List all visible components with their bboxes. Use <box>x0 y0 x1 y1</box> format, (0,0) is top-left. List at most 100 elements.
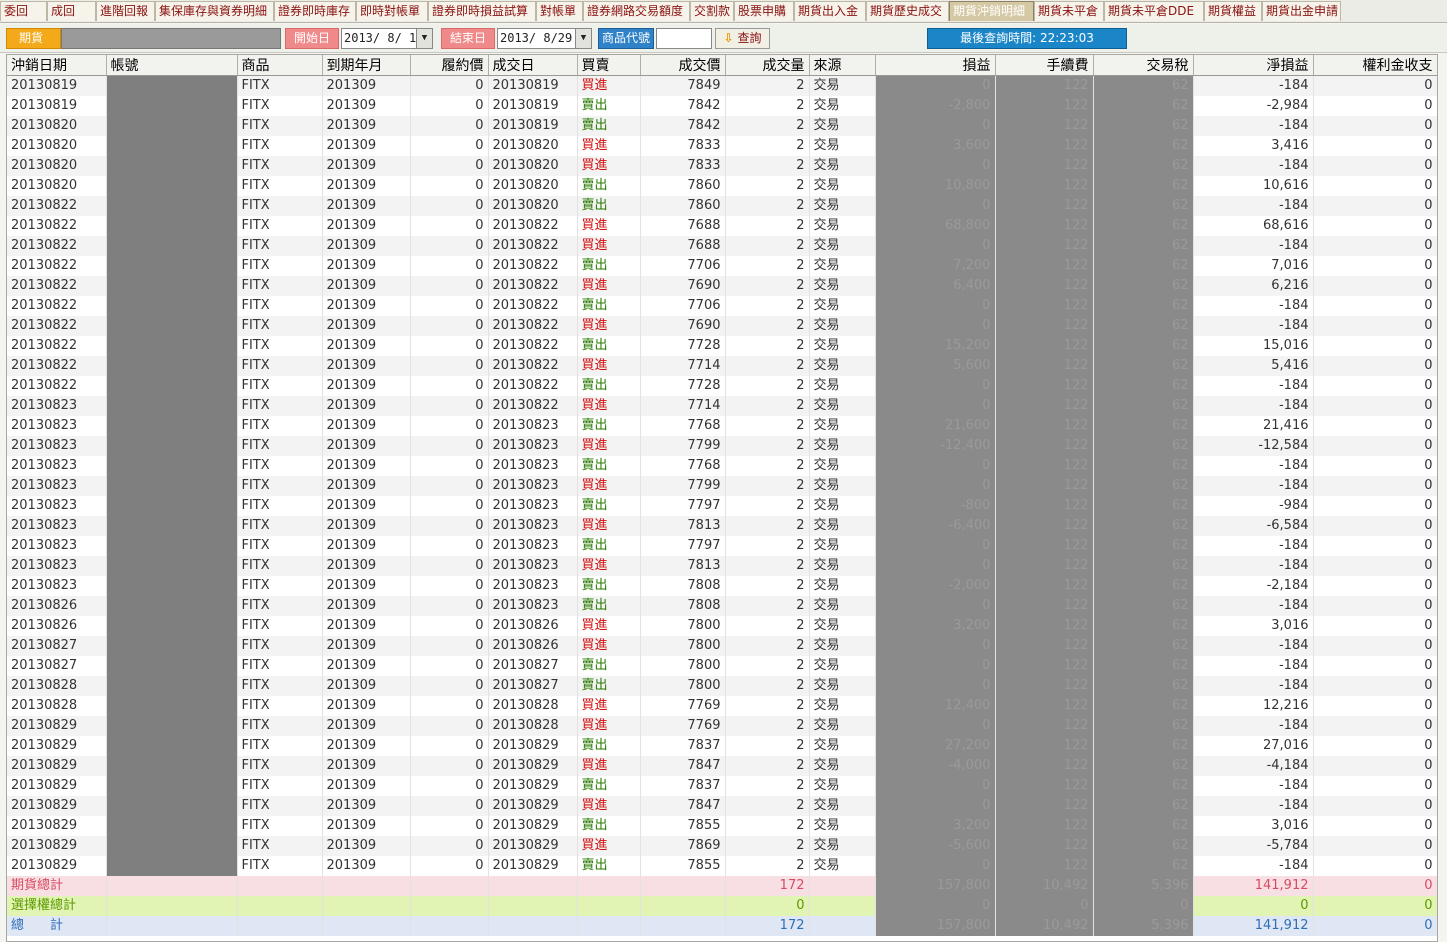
table-row[interactable]: 20130822 FITX 201309 0 20130822 賣出 7706 2 交易 7,20… <box>7 256 1437 276</box>
table-row[interactable]: 20130823 FITX 201309 0 20130823 賣出 7768 2 交易 21,6… <box>7 416 1437 436</box>
chevron-down-icon[interactable]: ▼ <box>575 29 591 48</box>
tab-9[interactable]: 交割款 <box>690 1 734 21</box>
column-header-pnl[interactable]: 損益 <box>875 55 996 76</box>
column-header-volume[interactable]: 成交量 <box>725 55 810 76</box>
table-row[interactable]: 20130826 FITX 201309 0 20130826 買進 7800 2 交易 3,20… <box>7 616 1437 636</box>
column-header-offset-date[interactable]: 沖銷日期 <box>7 55 107 76</box>
table-row[interactable]: 20130829 FITX 201309 0 20130829 賣出 7837 2 交易 27,2… <box>7 736 1437 756</box>
table-row[interactable]: 20130822 FITX 201309 0 20130822 買進 7714 2 交易 5,60… <box>7 356 1437 376</box>
tab-12[interactable]: 期貨歷史成交 <box>866 1 949 21</box>
start-date-picker[interactable]: 2013/ 8/ 1 ▼ <box>341 28 433 49</box>
table-row[interactable]: 20130822 FITX 201309 0 20130822 買進 7688 2 交易 0 122… <box>7 236 1437 256</box>
table-row[interactable]: 20130823 FITX 201309 0 20130823 買進 7813 2 交易 0 122… <box>7 556 1437 576</box>
column-header-expiry[interactable]: 到期年月 <box>322 55 411 76</box>
column-header-premium[interactable]: 權利金收支 <box>1313 55 1437 76</box>
end-date-picker[interactable]: 2013/ 8/29 ▼ <box>497 28 592 49</box>
cell-product: FITX <box>237 816 323 836</box>
table-row[interactable]: 20130820 FITX 201309 0 20130820 賣出 7860 2 交易 10,8… <box>7 176 1437 196</box>
cell-premium: 0 <box>1313 556 1437 576</box>
product-code-input[interactable] <box>656 28 712 49</box>
tab-2[interactable]: 進階回報 <box>96 1 155 21</box>
table-row[interactable]: 20130826 FITX 201309 0 20130823 賣出 7808 2 交易 0 122… <box>7 596 1437 616</box>
tab-10[interactable]: 股票申購 <box>734 1 794 21</box>
tab-3[interactable]: 集保庫存與資券明細 <box>155 1 274 21</box>
tab-7[interactable]: 對帳單 <box>536 1 583 21</box>
query-button[interactable]: ⇩ 查詢 <box>715 28 770 49</box>
tab-15[interactable]: 期貨未平倉DDE <box>1104 1 1204 21</box>
cell-strike: 0 <box>410 736 489 756</box>
table-row[interactable]: 20130820 FITX 201309 0 20130820 買進 7833 2 交易 0 122… <box>7 156 1437 176</box>
tab-4[interactable]: 證券即時庫存 <box>274 1 356 21</box>
cell-side: 賣出 <box>577 576 641 596</box>
table-row[interactable]: 20130822 FITX 201309 0 20130820 賣出 7860 2 交易 0 122… <box>7 196 1437 216</box>
offset-detail-grid[interactable]: 沖銷日期 帳號 商品 到期年月 履約價 成交日 買賣 成交價 成交量 來源 損益 手續費 交易稅 淨損益權… <box>6 54 1438 942</box>
table-row[interactable]: 20130820 FITX 201309 0 20130819 賣出 7842 2 交易 0 122… <box>7 116 1437 136</box>
tab-8[interactable]: 證券網路交易額度 <box>583 1 690 21</box>
column-header-account[interactable]: 帳號 <box>106 55 238 76</box>
table-row[interactable]: 20130822 FITX 201309 0 20130822 買進 7688 2 交易 68,8… <box>7 216 1437 236</box>
table-row[interactable]: 20130828 FITX 201309 0 20130827 賣出 7800 2 交易 0 122… <box>7 676 1437 696</box>
column-header-tax[interactable]: 交易稅 <box>1093 55 1194 76</box>
cell-fee: 122 <box>995 616 1094 636</box>
table-row[interactable]: 20130829 FITX 201309 0 20130829 買進 7847 2 交易 0 122… <box>7 796 1437 816</box>
table-row[interactable]: 20130827 FITX 201309 0 20130826 買進 7800 2 交易 0 122… <box>7 636 1437 656</box>
cell-pnl: 27,200 <box>875 736 996 756</box>
column-header-net-pnl[interactable]: 淨損益 <box>1193 55 1314 76</box>
tab-1[interactable]: 成回 <box>47 1 96 21</box>
table-row[interactable]: 20130829 FITX 201309 0 20130829 買進 7869 2 交易 -5,6… <box>7 836 1437 856</box>
table-row[interactable]: 20130823 FITX 201309 0 20130822 買進 7714 2 交易 0 122… <box>7 396 1437 416</box>
tab-11[interactable]: 期貨出入金 <box>794 1 866 21</box>
column-header-product[interactable]: 商品 <box>237 55 323 76</box>
cell-offset-date: 20130828 <box>7 676 107 696</box>
column-header-strike[interactable]: 履約價 <box>410 55 489 76</box>
summary-cell-net-pnl: 141,912 <box>1193 876 1314 896</box>
column-header-source[interactable]: 來源 <box>809 55 876 76</box>
tab-13[interactable]: 期貨沖銷明細 <box>949 1 1034 21</box>
chevron-down-icon[interactable]: ▼ <box>416 29 432 48</box>
table-row[interactable]: 20130822 FITX 201309 0 20130822 賣出 7728 2 交易 0 122… <box>7 376 1437 396</box>
column-header-trade-date[interactable]: 成交日 <box>488 55 578 76</box>
column-header-side[interactable]: 買賣 <box>577 55 641 76</box>
table-row[interactable]: 20130819 FITX 201309 0 20130819 買進 7849 2 交易 0 122… <box>7 75 1437 96</box>
table-row[interactable]: 20130829 FITX 201309 0 20130829 賣出 7837 2 交易 0 122… <box>7 776 1437 796</box>
cell-expiry: 201309 <box>322 496 411 516</box>
table-row[interactable]: 20130827 FITX 201309 0 20130827 賣出 7800 2 交易 0 122… <box>7 656 1437 676</box>
table-row[interactable]: 20130822 FITX 201309 0 20130822 買進 7690 2 交易 0 122… <box>7 316 1437 336</box>
cell-net-pnl: -184 <box>1193 75 1314 96</box>
cell-price: 7860 <box>640 176 726 196</box>
table-row[interactable]: 20130829 FITX 201309 0 20130829 賣出 7855 2 交易 0 122… <box>7 856 1437 876</box>
tab-17[interactable]: 期貨出金申請 <box>1262 1 1341 21</box>
column-header-price[interactable]: 成交價 <box>640 55 726 76</box>
table-row[interactable]: 20130823 FITX 201309 0 20130823 買進 7813 2 交易 -6,4… <box>7 516 1437 536</box>
table-row[interactable]: 20130828 FITX 201309 0 20130828 買進 7769 2 交易 12,4… <box>7 696 1437 716</box>
table-row[interactable]: 20130823 FITX 201309 0 20130823 買進 7799 2 交易 0 122… <box>7 476 1437 496</box>
table-row[interactable]: 20130820 FITX 201309 0 20130820 買進 7833 2 交易 3,60… <box>7 136 1437 156</box>
tab-0[interactable]: 委回 <box>0 1 47 21</box>
cell-price: 7768 <box>640 416 726 436</box>
cell-source: 交易 <box>809 816 876 836</box>
cell-strike: 0 <box>410 116 489 136</box>
tab-6[interactable]: 證券即時損益試算 <box>428 1 536 21</box>
table-row[interactable]: 20130823 FITX 201309 0 20130823 買進 7799 2 交易 -12,… <box>7 436 1437 456</box>
cell-strike: 0 <box>410 316 489 336</box>
cell-premium: 0 <box>1313 496 1437 516</box>
table-row[interactable]: 20130822 FITX 201309 0 20130822 賣出 7728 2 交易 15,2… <box>7 336 1437 356</box>
column-header-fee[interactable]: 手續費 <box>995 55 1094 76</box>
table-row[interactable]: 20130823 FITX 201309 0 20130823 賣出 7797 2 交易 0 122… <box>7 536 1437 556</box>
tab-14[interactable]: 期貨未平倉 <box>1034 1 1104 21</box>
account-select[interactable] <box>61 28 281 49</box>
cell-expiry: 201309 <box>322 836 411 856</box>
table-row[interactable]: 20130829 FITX 201309 0 20130829 賣出 7855 2 交易 3,20… <box>7 816 1437 836</box>
tab-5[interactable]: 即時對帳單 <box>356 1 428 21</box>
table-row[interactable]: 20130823 FITX 201309 0 20130823 賣出 7768 2 交易 0 122… <box>7 456 1437 476</box>
table-row[interactable]: 20130822 FITX 201309 0 20130822 賣出 7706 2 交易 0 122… <box>7 296 1437 316</box>
tab-16[interactable]: 期貨權益 <box>1204 1 1262 21</box>
table-row[interactable]: 20130822 FITX 201309 0 20130822 買進 7690 2 交易 6,40… <box>7 276 1437 296</box>
table-row[interactable]: 20130819 FITX 201309 0 20130819 賣出 7842 2 交易 -2,8… <box>7 96 1437 116</box>
cell-price: 7768 <box>640 456 726 476</box>
table-row[interactable]: 20130829 FITX 201309 0 20130829 買進 7847 2 交易 -4,0… <box>7 756 1437 776</box>
table-row[interactable]: 20130829 FITX 201309 0 20130828 買進 7769 2 交易 0 122… <box>7 716 1437 736</box>
cell-tax: 62 <box>1093 836 1194 856</box>
table-row[interactable]: 20130823 FITX 201309 0 20130823 賣出 7808 2 交易 -2,0… <box>7 576 1437 596</box>
table-row[interactable]: 20130823 FITX 201309 0 20130823 賣出 7797 2 交易 -800… <box>7 496 1437 516</box>
